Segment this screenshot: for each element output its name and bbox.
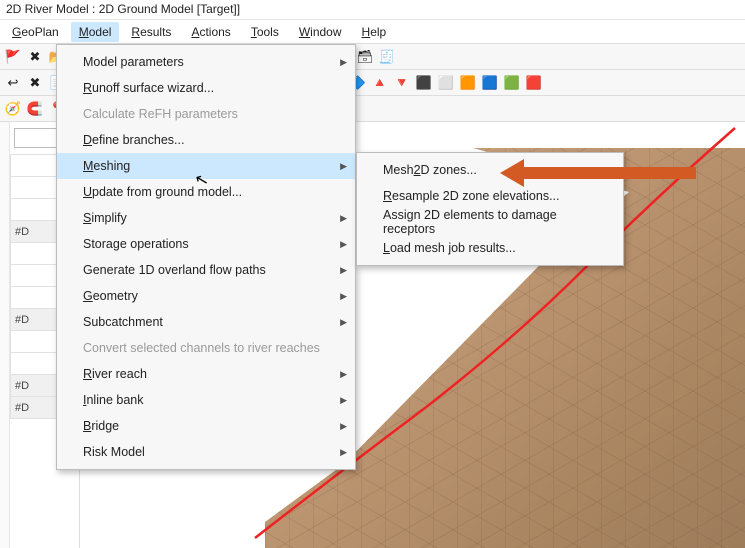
menu-item-runoff-surface-wizard[interactable]: Runoff surface wizard... bbox=[57, 75, 355, 101]
menu-results[interactable]: Results bbox=[123, 22, 179, 42]
menu-item-define-branches[interactable]: Define branches... bbox=[57, 127, 355, 153]
toolbar-icon[interactable]: 🚩 bbox=[4, 48, 22, 66]
menu-item-river-reach[interactable]: River reach▶ bbox=[57, 361, 355, 387]
submenu-item-assign-2d-elements-to-damage-receptors[interactable]: Assign 2D elements to damage receptors bbox=[357, 209, 623, 235]
toolbar-icon[interactable]: ✖ bbox=[26, 74, 44, 92]
grid-cell-tag[interactable] bbox=[11, 199, 60, 221]
menu-model-popup: Model parameters▶Runoff surface wizard..… bbox=[56, 44, 356, 470]
grid-cell-tag[interactable] bbox=[11, 331, 60, 353]
menu-item-simplify[interactable]: Simplify▶ bbox=[57, 205, 355, 231]
menu-tools[interactable]: Tools bbox=[243, 22, 287, 42]
submenu-arrow-icon: ▶ bbox=[340, 447, 347, 458]
menu-item-subcatchment[interactable]: Subcatchment▶ bbox=[57, 309, 355, 335]
menu-item-geometry[interactable]: Geometry▶ bbox=[57, 283, 355, 309]
window-titlebar: 2D River Model : 2D Ground Model [Target… bbox=[0, 0, 745, 20]
submenu-arrow-icon: ▶ bbox=[340, 421, 347, 432]
menu-actions[interactable]: Actions bbox=[183, 22, 238, 42]
left-gutter bbox=[0, 122, 10, 548]
menu-geoplan[interactable]: GeoPlan bbox=[4, 22, 67, 42]
menu-item-update-from-ground-model[interactable]: Update from ground model... bbox=[57, 179, 355, 205]
grid-cell-tag[interactable] bbox=[11, 265, 60, 287]
submenu-item-mesh-2d-zones[interactable]: Mesh 2D zones... bbox=[357, 157, 623, 183]
toolbar-icon[interactable]: 🧾 bbox=[378, 48, 396, 66]
toolbar-icon[interactable]: 🔺 bbox=[371, 74, 389, 92]
submenu-arrow-icon: ▶ bbox=[340, 369, 347, 380]
submenu-arrow-icon: ▶ bbox=[340, 291, 347, 302]
menu-item-calculate-refh-parameters: Calculate ReFH parameters bbox=[57, 101, 355, 127]
menu-item-inline-bank[interactable]: Inline bank▶ bbox=[57, 387, 355, 413]
submenu-arrow-icon: ▶ bbox=[340, 395, 347, 406]
toolbar-icon[interactable]: 🟦 bbox=[481, 74, 499, 92]
submenu-arrow-icon: ▶ bbox=[340, 161, 347, 172]
toolbar-icon[interactable]: 🧲 bbox=[26, 100, 44, 118]
toolbar-icon[interactable]: 🗃 bbox=[356, 48, 374, 66]
submenu-item-resample-2d-zone-elevations[interactable]: Resample 2D zone elevations... bbox=[357, 183, 623, 209]
toolbar-icon[interactable]: 🟩 bbox=[503, 74, 521, 92]
menu-model[interactable]: Model bbox=[71, 22, 120, 42]
toolbar-icon[interactable]: 🟥 bbox=[525, 74, 543, 92]
menu-item-meshing[interactable]: Meshing▶ bbox=[57, 153, 355, 179]
grid-cell-tag[interactable]: #D bbox=[11, 309, 60, 331]
menu-item-storage-operations[interactable]: Storage operations▶ bbox=[57, 231, 355, 257]
grid-cell-tag[interactable]: #D bbox=[11, 221, 60, 243]
grid-cell-tag[interactable] bbox=[11, 287, 60, 309]
submenu-arrow-icon: ▶ bbox=[340, 239, 347, 250]
toolbar-icon[interactable]: 🔻 bbox=[393, 74, 411, 92]
grid-cell-tag[interactable]: #D bbox=[11, 375, 60, 397]
submenu-meshing-popup: Mesh 2D zones...Resample 2D zone elevati… bbox=[356, 152, 624, 266]
grid-cell-tag[interactable] bbox=[11, 353, 60, 375]
menu-item-bridge[interactable]: Bridge▶ bbox=[57, 413, 355, 439]
menu-item-model-parameters[interactable]: Model parameters▶ bbox=[57, 49, 355, 75]
menu-item-convert-selected-channels-to-river-reaches: Convert selected channels to river reach… bbox=[57, 335, 355, 361]
grid-cell-tag[interactable] bbox=[11, 155, 60, 177]
submenu-arrow-icon: ▶ bbox=[340, 213, 347, 224]
toolbar-icon[interactable]: ⬜ bbox=[437, 74, 455, 92]
toolbar-icon[interactable]: 🟧 bbox=[459, 74, 477, 92]
menu-item-risk-model[interactable]: Risk Model▶ bbox=[57, 439, 355, 465]
toolbar-icon[interactable]: ↩ bbox=[4, 74, 22, 92]
toolbar-icon[interactable]: ⬛ bbox=[415, 74, 433, 92]
submenu-arrow-icon: ▶ bbox=[340, 57, 347, 68]
window-title: 2D River Model : 2D Ground Model [Target… bbox=[6, 2, 240, 16]
menu-window[interactable]: Window bbox=[291, 22, 350, 42]
grid-cell-tag[interactable] bbox=[11, 177, 60, 199]
submenu-item-load-mesh-job-results[interactable]: Load mesh job results... bbox=[357, 235, 623, 261]
submenu-arrow-icon: ▶ bbox=[340, 265, 347, 276]
submenu-arrow-icon: ▶ bbox=[340, 317, 347, 328]
grid-cell-tag[interactable]: #D bbox=[11, 397, 60, 419]
menu-help[interactable]: Help bbox=[354, 22, 395, 42]
grid-cell-tag[interactable] bbox=[11, 243, 60, 265]
menu-item-generate-1d-overland-flow-paths[interactable]: Generate 1D overland flow paths▶ bbox=[57, 257, 355, 283]
toolbar-icon[interactable]: 🧭 bbox=[4, 100, 22, 118]
toolbar-icon[interactable]: ✖ bbox=[26, 48, 44, 66]
menubar: GeoPlanModelResultsActionsToolsWindowHel… bbox=[0, 20, 745, 44]
